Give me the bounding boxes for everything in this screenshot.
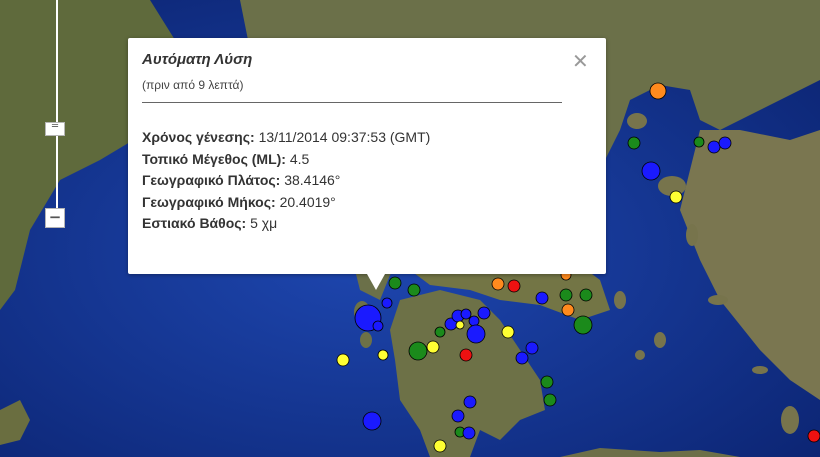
marker[interactable] [460,308,472,320]
marker[interactable] [462,426,476,440]
marker[interactable] [468,315,480,327]
island-rhodes [781,406,799,434]
marker[interactable] [807,429,820,443]
marker[interactable] [362,411,382,431]
detail-origin-time: Χρόνος γένεσης: 13/11/2014 09:37:53 (GMT… [142,127,430,149]
marker[interactable] [491,277,505,291]
detail-label: Γεωγραφικό Πλάτος: [142,172,281,188]
marker[interactable] [381,297,393,309]
event-details: Χρόνος γένεσης: 13/11/2014 09:37:53 (GMT… [142,127,430,235]
popup-title: Αυτόματη Λύση [142,51,253,68]
detail-value: 38.4146° [284,172,341,188]
detail-magnitude: Τοπικό Μέγεθος (ML): 4.5 [142,149,430,171]
detail-value: 4.5 [289,150,310,167]
marker[interactable] [718,136,732,150]
marker[interactable] [407,283,421,297]
island-chios [686,224,698,246]
marker[interactable] [372,320,384,332]
marker[interactable] [707,140,721,154]
marker[interactable] [433,439,447,453]
close-icon[interactable]: ✕ [572,49,589,73]
marker[interactable] [693,136,705,148]
marker[interactable] [515,351,529,365]
zoom-slider-handle-icon[interactable]: ═ [45,122,65,136]
marker[interactable] [641,161,661,181]
marker[interactable] [649,82,667,100]
marker[interactable] [336,353,350,367]
detail-label: Εστιακό Βάθος: [142,215,247,231]
marker[interactable] [525,341,539,355]
detail-label: Χρόνος γένεσης: [142,129,255,145]
marker[interactable] [559,288,573,302]
island-andros [614,291,626,309]
marker[interactable] [451,409,465,423]
marker[interactable] [408,341,428,361]
island-naxos [654,332,666,348]
zoom-out-button[interactable]: − [45,208,65,228]
marker[interactable] [627,136,641,150]
marker[interactable] [501,325,515,339]
marker[interactable] [540,375,554,389]
marker[interactable] [388,276,402,290]
marker[interactable] [434,326,446,338]
divider [142,102,562,103]
marker[interactable] [426,340,440,354]
island-samos [708,295,728,305]
detail-value: 20.4019° [279,193,336,210]
detail-label: Γεωγραφικό Μήκος: [142,193,276,210]
marker[interactable] [561,303,575,317]
detail-label: Τοπικό Μέγεθος (ML): [142,150,286,167]
island-kos [752,366,768,374]
marker[interactable] [463,395,477,409]
marker[interactable] [579,288,593,302]
info-window-tail [367,274,385,290]
marker[interactable] [573,315,593,335]
marker[interactable] [455,320,465,330]
marker[interactable] [477,306,491,320]
marker[interactable] [669,190,683,204]
marker[interactable] [535,291,549,305]
info-window: Αυτόματη Λύση (πριν από 9 λεπτά) ✕ Χρόνο… [128,38,606,290]
zoom-slider-track[interactable] [56,0,58,210]
detail-latitude: Γεωγραφικό Πλάτος: 38.4146° [142,170,430,192]
detail-value: 5 χμ [250,215,278,231]
popup-subtitle: (πριν από 9 λεπτά) [142,78,244,92]
marker[interactable] [466,324,486,344]
island-lemnos [627,113,647,129]
marker[interactable] [459,348,473,362]
detail-value: 13/11/2014 09:37:53 (GMT) [258,129,431,145]
detail-depth: Εστιακό Βάθος: 5 χμ [142,213,430,235]
marker[interactable] [507,279,521,293]
island-paros [635,350,645,360]
island-zakynthos [360,332,372,348]
marker[interactable] [377,349,389,361]
marker[interactable] [543,393,557,407]
detail-longitude: Γεωγραφικό Μήκος: 20.4019° [142,192,430,214]
